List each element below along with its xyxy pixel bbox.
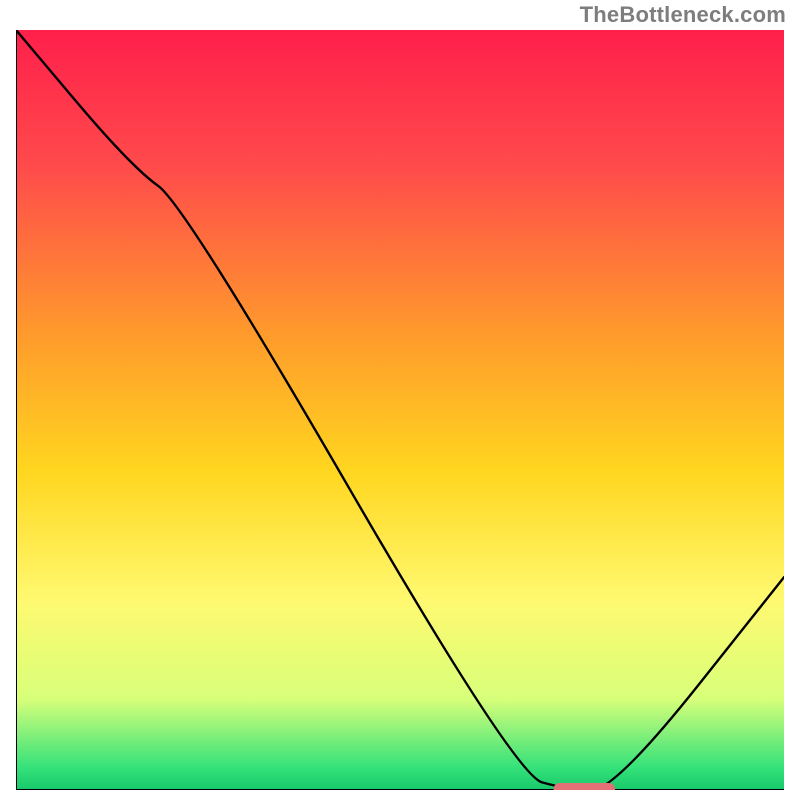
optimal-marker bbox=[554, 783, 615, 790]
chart-svg bbox=[16, 30, 784, 790]
chart-background bbox=[16, 30, 784, 790]
chart-area bbox=[16, 30, 784, 790]
watermark-text: TheBottleneck.com bbox=[580, 2, 786, 28]
